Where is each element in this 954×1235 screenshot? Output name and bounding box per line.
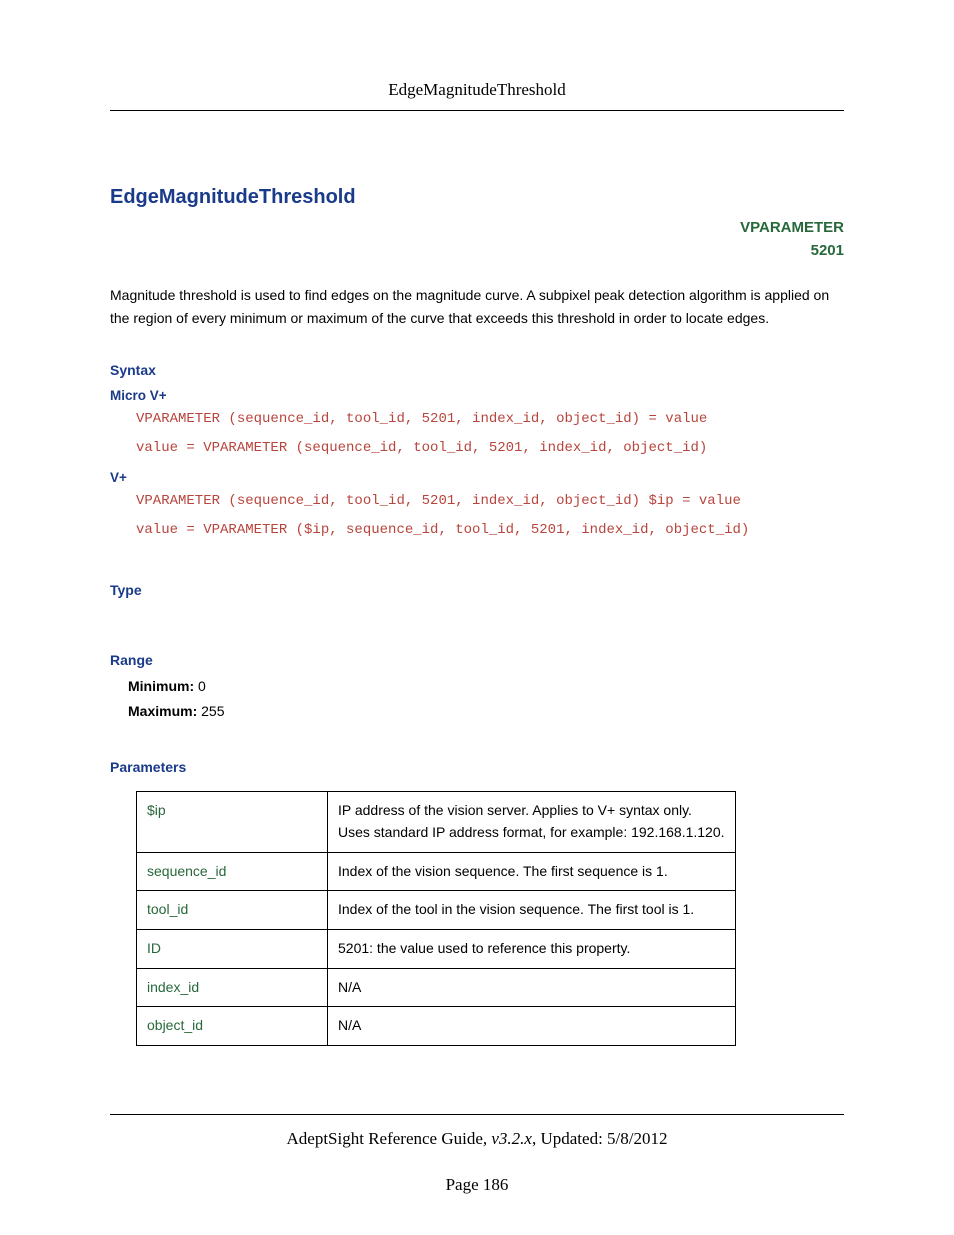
vparameter-block: VPARAMETER 5201 xyxy=(110,217,844,262)
range-max-value: 255 xyxy=(201,703,224,719)
param-desc: Index of the vision sequence. The first … xyxy=(328,852,736,891)
code-micro-2: value = VPARAMETER (sequence_id, tool_id… xyxy=(136,436,844,461)
footer-updated: , Updated: 5/8/2012 xyxy=(532,1129,668,1148)
vparameter-number: 5201 xyxy=(110,240,844,263)
param-name: sequence_id xyxy=(137,852,328,891)
range-max-label: Maximum: xyxy=(128,703,197,719)
running-head: EdgeMagnitudeThreshold xyxy=(110,80,844,111)
description-text: Magnitude threshold is used to find edge… xyxy=(110,284,844,330)
sub-label-vplus: V+ xyxy=(110,470,844,485)
footer-version: , v3.2.x xyxy=(483,1129,532,1148)
section-range: Range xyxy=(110,652,844,668)
table-row: tool_id Index of the tool in the vision … xyxy=(137,891,736,930)
range-min-label: Minimum: xyxy=(128,678,194,694)
table-row: index_id N/A xyxy=(137,968,736,1007)
code-vplus-2: value = VPARAMETER ($ip, sequence_id, to… xyxy=(136,518,844,543)
table-row: sequence_id Index of the vision sequence… xyxy=(137,852,736,891)
footer-guide: AdeptSight Reference Guide xyxy=(287,1129,483,1148)
code-vplus-1: VPARAMETER (sequence_id, tool_id, 5201, … xyxy=(136,489,844,514)
param-desc: Index of the tool in the vision sequence… xyxy=(328,891,736,930)
section-parameters: Parameters xyxy=(110,759,844,775)
parameters-tbody: $ip IP address of the vision server. App… xyxy=(137,792,736,1046)
section-syntax: Syntax xyxy=(110,362,844,378)
param-name: ID xyxy=(137,929,328,968)
page: EdgeMagnitudeThreshold EdgeMagnitudeThre… xyxy=(0,0,954,1235)
table-row: object_id N/A xyxy=(137,1007,736,1046)
param-name: index_id xyxy=(137,968,328,1007)
param-desc: 5201: the value used to reference this p… xyxy=(328,929,736,968)
section-type: Type xyxy=(110,582,844,598)
param-name: $ip xyxy=(137,792,328,852)
param-name: tool_id xyxy=(137,891,328,930)
range-max: Maximum: 255 xyxy=(128,699,844,724)
param-desc: N/A xyxy=(328,968,736,1007)
footer: AdeptSight Reference Guide, v3.2.x, Upda… xyxy=(110,1114,844,1195)
table-row: $ip IP address of the vision server. App… xyxy=(137,792,736,852)
code-micro-1: VPARAMETER (sequence_id, tool_id, 5201, … xyxy=(136,407,844,432)
range-min: Minimum: 0 xyxy=(128,674,844,699)
param-name: object_id xyxy=(137,1007,328,1046)
table-row: ID 5201: the value used to reference thi… xyxy=(137,929,736,968)
parameters-table: $ip IP address of the vision server. App… xyxy=(136,791,736,1046)
param-desc: N/A xyxy=(328,1007,736,1046)
footer-page: Page 186 xyxy=(110,1175,844,1195)
param-desc: IP address of the vision server. Applies… xyxy=(328,792,736,852)
range-min-value: 0 xyxy=(198,678,206,694)
footer-rule xyxy=(110,1114,844,1115)
page-title: EdgeMagnitudeThreshold xyxy=(110,186,844,209)
footer-line-1: AdeptSight Reference Guide, v3.2.x, Upda… xyxy=(110,1129,844,1149)
vparameter-label: VPARAMETER xyxy=(110,217,844,240)
sub-label-micro-v: Micro V+ xyxy=(110,388,844,403)
